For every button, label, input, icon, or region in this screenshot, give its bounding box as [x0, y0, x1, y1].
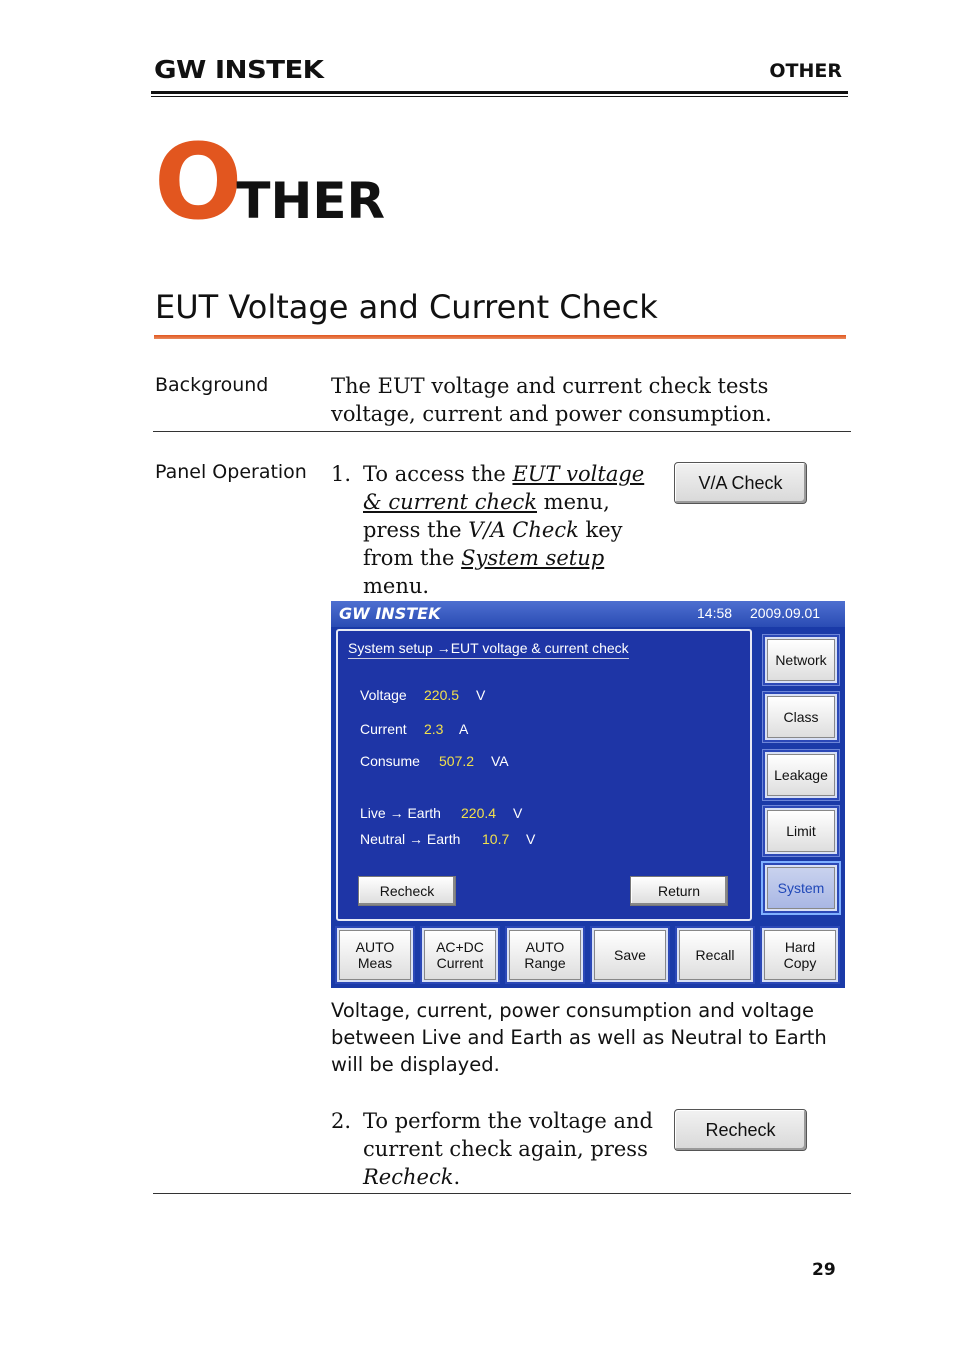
bottom-menu-auto-range[interactable]: AUTO Range [505, 926, 585, 984]
step-1-text: To access the EUT voltage & current chec… [363, 460, 663, 600]
screen-time: 14:58 [697, 605, 733, 621]
reading-consume: Consume 507.2 VA [360, 753, 509, 769]
device-screen: GW INSTEK 14:58 2009.09.01 System setup … [331, 601, 845, 988]
step-1: 1. To access the EUT voltage & current c… [331, 460, 661, 598]
bottom-menu-recall[interactable]: Recall [675, 926, 755, 984]
neutral-earth-value: 10.7 [482, 831, 510, 847]
reading-neutral-earth: Neutral → Earth 10.7 V [360, 831, 536, 847]
consume-value: 507.2 [439, 753, 475, 769]
step-1-pre: To access the [363, 462, 513, 486]
chapter-title: OTHER [154, 130, 385, 234]
page-number: 29 [812, 1260, 836, 1280]
current-value: 2.3 [424, 721, 444, 737]
row-divider [153, 431, 851, 432]
reading-current: Current 2.3 A [360, 721, 469, 737]
screen-logo: GW INSTEK [339, 604, 441, 623]
recheck-button[interactable]: Recheck [674, 1109, 807, 1151]
screen-caption: Voltage, current, power consumption and … [331, 999, 827, 1076]
step-2-number: 2. [331, 1109, 352, 1133]
screen-breadcrumb: System setup →EUT voltage & current chec… [348, 640, 629, 659]
step-2-post: . [453, 1165, 461, 1189]
side-menu-leakage[interactable]: Leakage [763, 750, 839, 800]
va-check-button[interactable]: V/A Check [674, 462, 807, 504]
chapter-initial: O [154, 121, 243, 243]
side-menu-class[interactable]: Class [763, 692, 839, 742]
reading-live-earth: Live → Earth 220.4 V [360, 805, 523, 821]
reading-voltage: Voltage 220.5 V [360, 687, 486, 703]
header-divider [151, 91, 848, 94]
bottom-menu-hard-copy[interactable]: Hard Copy [760, 926, 840, 984]
header-section-label: OTHER [769, 60, 842, 82]
live-earth-value: 220.4 [461, 805, 497, 821]
gw-instek-logo: GW INSTEK [154, 55, 324, 84]
eut-check-panel: System setup →EUT voltage & current chec… [336, 629, 752, 921]
side-menu-limit[interactable]: Limit [763, 806, 839, 856]
step-2-text: To perform the voltage and current check… [363, 1107, 653, 1191]
background-text: The EUT voltage and current check tests … [331, 374, 772, 426]
section-title: EUT Voltage and Current Check [155, 288, 658, 326]
screen-recheck-button[interactable]: Recheck [358, 876, 456, 906]
bottom-menu-auto-meas[interactable]: AUTO Meas [335, 926, 415, 984]
step-1-number: 1. [331, 462, 352, 486]
voltage-value: 220.5 [424, 687, 460, 703]
bottom-menu-save[interactable]: Save [590, 926, 670, 984]
step-1-post: menu. [363, 574, 430, 598]
screen-top-bar: GW INSTEK 14:58 2009.09.01 [331, 601, 845, 627]
recheck-key-ref: Recheck [363, 1165, 454, 1189]
chapter-rest: THER [236, 172, 386, 230]
screen-return-button[interactable]: Return [630, 876, 728, 906]
side-menu-network[interactable]: Network [763, 635, 839, 685]
step-2-pre: To perform the voltage and current check… [363, 1109, 653, 1161]
va-check-key-ref: V/A Check [468, 518, 579, 542]
step-2: 2. To perform the voltage and current ch… [331, 1107, 661, 1191]
bottom-menu-ac-dc-current[interactable]: AC+DC Current [420, 926, 500, 984]
section-divider [154, 335, 846, 339]
screen-date: 2009.09.01 [750, 605, 821, 621]
system-setup-menu-link: System setup [461, 546, 605, 570]
header-divider-thin [151, 96, 848, 97]
row-divider-bottom [153, 1193, 851, 1194]
background-label: Background [155, 374, 269, 396]
side-menu-system[interactable]: System [763, 863, 839, 913]
panel-operation-label: Panel Operation [155, 461, 307, 483]
